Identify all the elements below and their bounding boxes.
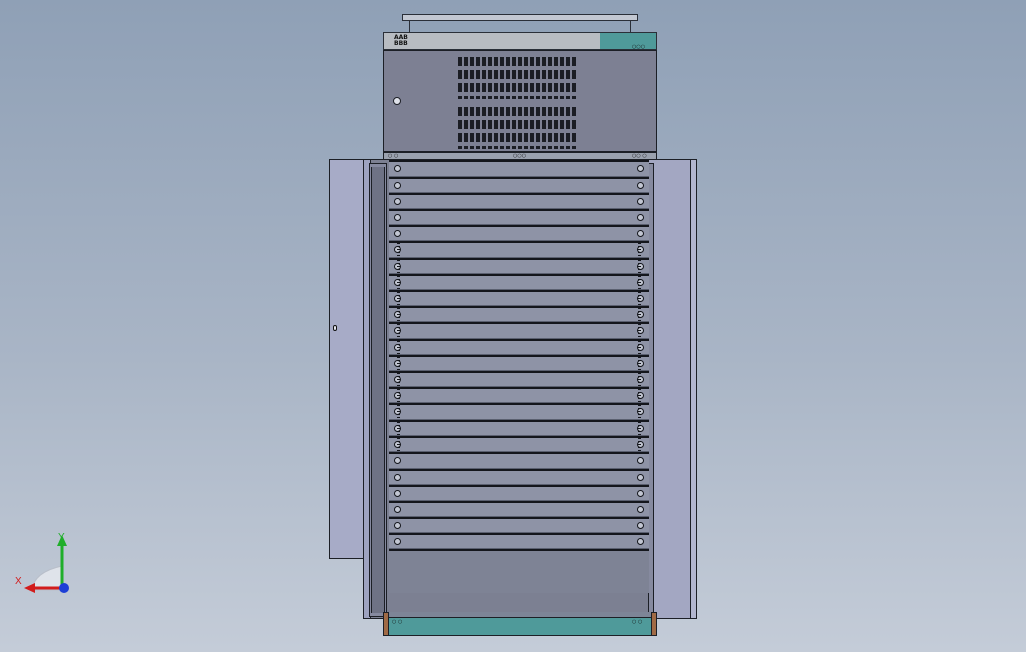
rack-unit-panel[interactable]	[389, 258, 649, 274]
plinth-edge-left	[383, 612, 389, 636]
rack-screw-hole-icon	[394, 198, 401, 205]
plinth-holes-right: ○ ○	[632, 619, 643, 625]
rack-screw-hole-icon	[637, 506, 644, 513]
rack-perforation-strip	[638, 405, 641, 419]
rack-screw-hole-icon	[637, 182, 644, 189]
rack-unit-panel[interactable]	[389, 485, 649, 501]
rack-screw-hole-icon	[394, 165, 401, 172]
plinth-top-rail	[389, 612, 651, 618]
rack-screw-hole-icon	[394, 457, 401, 464]
rack-perforation-strip	[397, 324, 400, 338]
triad-icon	[24, 535, 69, 593]
rack-perforation-strip	[397, 276, 400, 289]
rack-perforation-strip	[397, 260, 400, 273]
rack-perforation-strip	[397, 373, 400, 386]
rack-perforation-strip	[638, 389, 641, 402]
rack-perforation-strip	[638, 373, 641, 386]
rack-screw-hole-icon	[637, 490, 644, 497]
x-axis-label: X	[15, 576, 22, 587]
rack-perforation-strip	[397, 308, 400, 321]
rack-perforation-strip	[638, 341, 641, 354]
rack-unit-panel[interactable]	[389, 193, 649, 209]
top-lid-accent-panel	[600, 33, 656, 49]
cabinet-top-handle[interactable]	[402, 14, 638, 33]
rack-unit-panel[interactable]	[389, 403, 649, 420]
rack-perforation-strip	[638, 308, 641, 321]
rack-screw-hole-icon	[394, 474, 401, 481]
rack-unit-panel[interactable]	[389, 436, 649, 452]
triad-plane-icon	[31, 565, 63, 591]
rack-perforation-strip	[397, 243, 400, 257]
rack-perforation-strip	[638, 292, 641, 305]
rack-screw-hole-icon	[637, 522, 644, 529]
rack-unit-panel[interactable]	[389, 420, 649, 436]
rack-unit-panel[interactable]	[389, 274, 649, 290]
rack-perforation-strip	[638, 438, 641, 451]
rack-unit-panel[interactable]	[389, 355, 649, 371]
rack-perforation-strip	[638, 243, 641, 257]
vent-grille-lower	[458, 107, 578, 149]
rack-perforation-strip	[638, 357, 641, 370]
rack-unit-panel[interactable]	[389, 241, 649, 258]
y-axis-label: Y	[58, 532, 65, 543]
rack-unit-panel[interactable]	[389, 306, 649, 322]
plinth-edge-right	[651, 612, 657, 636]
rack-screw-hole-icon	[394, 538, 401, 545]
rack-screw-hole-icon	[637, 198, 644, 205]
rack-perforation-strip	[638, 260, 641, 273]
rack-unit-panel[interactable]	[389, 387, 649, 403]
rack-screw-hole-icon	[394, 214, 401, 221]
rack-perforation-strip	[397, 292, 400, 305]
rack-unit-panel[interactable]	[389, 225, 649, 241]
rack-screw-hole-icon	[637, 474, 644, 481]
rack-screw-hole-icon	[637, 230, 644, 237]
rack-screw-hole-icon	[637, 165, 644, 172]
cad-viewport[interactable]: AAB BBB ○○○ ○ ○ ○○○ ○○ ○ ○ ○ ○ ○ Y X	[0, 0, 1026, 652]
plinth-holes-left: ○ ○	[392, 619, 403, 625]
door-handle-icon[interactable]	[333, 325, 337, 331]
rack-unit-panel[interactable]	[389, 339, 649, 355]
rack-screw-hole-icon	[394, 230, 401, 237]
rack-unit-panel[interactable]	[389, 160, 649, 177]
x-arrow-icon	[24, 583, 35, 593]
rack-perforation-strip	[397, 357, 400, 370]
rack-unit-panel[interactable]	[389, 501, 649, 517]
rack-unit-panel[interactable]	[389, 533, 649, 549]
rack-perforation-strip	[397, 341, 400, 354]
rack-perforation-strip	[397, 405, 400, 419]
rack-unit-panel[interactable]	[389, 177, 649, 193]
rack-unit-panel[interactable]	[389, 209, 649, 225]
rack-blank-panel[interactable]	[389, 549, 649, 593]
rack-screw-hole-icon	[394, 182, 401, 189]
rack-perforation-strip	[397, 422, 400, 435]
left-mounting-rail-inner	[371, 167, 385, 613]
rack-unit-panel[interactable]	[389, 290, 649, 306]
right-door-edge	[690, 159, 697, 619]
z-axis-icon	[59, 583, 69, 593]
rack-perforation-strip	[638, 422, 641, 435]
rack-unit-panel[interactable]	[389, 517, 649, 533]
coordinate-triad: Y X	[14, 530, 78, 600]
rack-screw-hole-icon	[637, 214, 644, 221]
rack-unit-panel[interactable]	[389, 469, 649, 485]
left-door-panel[interactable]	[329, 159, 365, 559]
right-door-panel[interactable]	[648, 159, 692, 619]
fan-panel-screw-icon	[393, 97, 401, 105]
rack-perforation-strip	[397, 389, 400, 402]
rack-screw-hole-icon	[394, 506, 401, 513]
vent-grille-upper	[458, 57, 578, 99]
rack-unit-panel[interactable]	[389, 322, 649, 339]
rack-screw-hole-icon	[637, 538, 644, 545]
rack-screw-hole-icon	[394, 490, 401, 497]
rack-screw-hole-icon	[637, 457, 644, 464]
rack-perforation-strip	[397, 438, 400, 451]
rack-perforation-strip	[638, 324, 641, 338]
rack-screw-hole-icon	[394, 522, 401, 529]
rack-unit-panel[interactable]	[389, 452, 649, 469]
rack-unit-panel[interactable]	[389, 371, 649, 387]
rack-perforation-strip	[638, 276, 641, 289]
top-lid-badge: AAB BBB	[394, 34, 408, 47]
equipment-rack	[389, 160, 649, 612]
